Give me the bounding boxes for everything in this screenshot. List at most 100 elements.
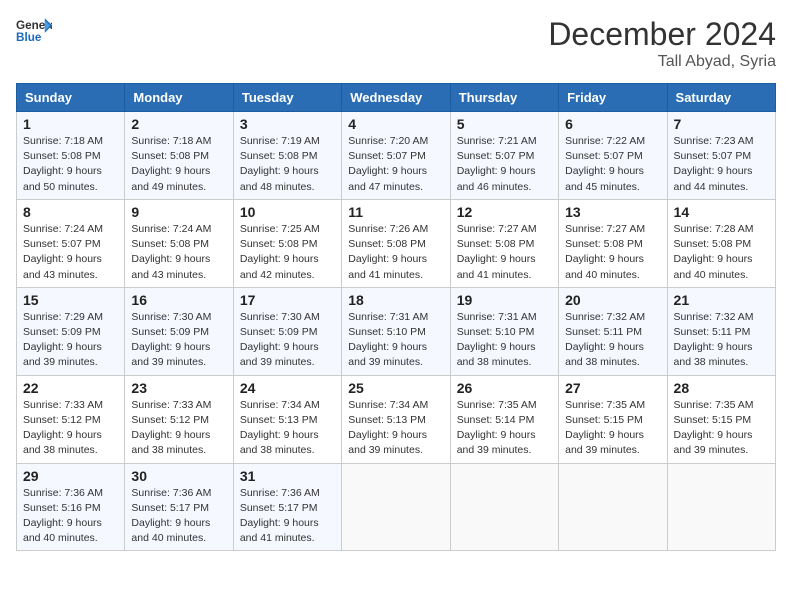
day-cell-21: 21Sunrise: 7:32 AMSunset: 5:11 PMDayligh… — [667, 287, 775, 375]
location: Tall Abyad, Syria — [548, 53, 776, 71]
day-cell-4: 4Sunrise: 7:20 AMSunset: 5:07 PMDaylight… — [342, 112, 450, 200]
day-number: 1 — [23, 116, 118, 132]
day-cell-18: 18Sunrise: 7:31 AMSunset: 5:10 PMDayligh… — [342, 287, 450, 375]
day-cell-24: 24Sunrise: 7:34 AMSunset: 5:13 PMDayligh… — [233, 375, 341, 463]
day-info: Sunrise: 7:31 AMSunset: 5:10 PMDaylight:… — [348, 310, 443, 371]
day-number: 21 — [674, 292, 769, 308]
day-number: 16 — [131, 292, 226, 308]
col-header-monday: Monday — [125, 84, 233, 112]
day-number: 25 — [348, 380, 443, 396]
day-number: 19 — [457, 292, 552, 308]
day-number: 3 — [240, 116, 335, 132]
day-cell-27: 27Sunrise: 7:35 AMSunset: 5:15 PMDayligh… — [559, 375, 667, 463]
day-cell-6: 6 Sunrise: 7:22 AMSunset: 5:07 PMDaylight… — [559, 112, 667, 200]
day-number: 5 — [457, 116, 552, 132]
day-number: 6 — [565, 116, 660, 132]
day-number: 13 — [565, 204, 660, 220]
day-cell-7: 7 Sunrise: 7:23 AMSunset: 5:07 PMDaylight… — [667, 112, 775, 200]
day-cell-20: 20 Sunrise: 7:32 AMSunset: 5:11 PMDayligh… — [559, 287, 667, 375]
day-cell-17: 17 Sunrise: 7:30 AMSunset: 5:09 PMDayligh… — [233, 287, 341, 375]
day-info: Sunrise: 7:29 AMSunset: 5:09 PMDaylight:… — [23, 310, 118, 371]
col-header-sunday: Sunday — [17, 84, 125, 112]
day-info: Sunrise: 7:36 AMSunset: 5:17 PMDaylight:… — [131, 486, 226, 547]
day-cell-9: 9 Sunrise: 7:24 AMSunset: 5:08 PMDaylight… — [125, 199, 233, 287]
day-info: Sunrise: 7:19 AMSunset: 5:08 PMDaylight:… — [240, 134, 335, 195]
empty-cell — [667, 463, 775, 551]
day-info: Sunrise: 7:26 AMSunset: 5:08 PMDaylight:… — [348, 222, 443, 283]
day-number: 7 — [674, 116, 769, 132]
day-cell-29: 29Sunrise: 7:36 AMSunset: 5:16 PMDayligh… — [17, 463, 125, 551]
day-info: Sunrise: 7:25 AMSunset: 5:08 PMDaylight:… — [240, 222, 335, 283]
day-info: Sunrise: 7:21 AMSunset: 5:07 PMDaylight:… — [457, 134, 552, 195]
title-block: December 2024 Tall Abyad, Syria — [548, 16, 776, 71]
day-cell-12: 12Sunrise: 7:27 AMSunset: 5:08 PMDayligh… — [450, 199, 558, 287]
day-cell-31: 31Sunrise: 7:36 AMSunset: 5:17 PMDayligh… — [233, 463, 341, 551]
day-info: Sunrise: 7:35 AMSunset: 5:15 PMDaylight:… — [565, 398, 660, 459]
day-cell-26: 26Sunrise: 7:35 AMSunset: 5:14 PMDayligh… — [450, 375, 558, 463]
month-title: December 2024 — [548, 16, 776, 53]
day-number: 10 — [240, 204, 335, 220]
day-number: 17 — [240, 292, 335, 308]
day-number: 11 — [348, 204, 443, 220]
day-info: Sunrise: 7:35 AMSunset: 5:15 PMDaylight:… — [674, 398, 769, 459]
day-number: 28 — [674, 380, 769, 396]
day-cell-22: 22 Sunrise: 7:33 AMSunset: 5:12 PMDayligh… — [17, 375, 125, 463]
day-info: Sunrise: 7:23 AMSunset: 5:07 PMDaylight:… — [674, 134, 769, 195]
day-info: Sunrise: 7:30 AMSunset: 5:09 PMDaylight:… — [240, 310, 335, 371]
col-header-saturday: Saturday — [667, 84, 775, 112]
day-info: Sunrise: 7:18 AMSunset: 5:08 PMDaylight:… — [131, 134, 226, 195]
day-number: 26 — [457, 380, 552, 396]
day-number: 23 — [131, 380, 226, 396]
day-info: Sunrise: 7:32 AMSunset: 5:11 PMDaylight:… — [565, 310, 660, 371]
calendar-week-4: 22 Sunrise: 7:33 AMSunset: 5:12 PMDayligh… — [17, 375, 776, 463]
day-cell-19: 19 Sunrise: 7:31 AMSunset: 5:10 PMDayligh… — [450, 287, 558, 375]
day-number: 14 — [674, 204, 769, 220]
day-cell-15: 15 Sunrise: 7:29 AMSunset: 5:09 PMDayligh… — [17, 287, 125, 375]
calendar-week-2: 8Sunrise: 7:24 AMSunset: 5:07 PMDaylight… — [17, 199, 776, 287]
col-header-tuesday: Tuesday — [233, 84, 341, 112]
day-number: 24 — [240, 380, 335, 396]
day-number: 20 — [565, 292, 660, 308]
day-cell-5: 5 Sunrise: 7:21 AMSunset: 5:07 PMDaylight… — [450, 112, 558, 200]
page-header: General Blue December 2024 Tall Abyad, S… — [16, 16, 776, 71]
logo: General Blue — [16, 16, 52, 44]
day-number: 2 — [131, 116, 226, 132]
day-cell-1: 1 Sunrise: 7:18 AMSunset: 5:08 PMDaylight… — [17, 112, 125, 200]
day-info: Sunrise: 7:36 AMSunset: 5:16 PMDaylight:… — [23, 486, 118, 547]
day-cell-8: 8Sunrise: 7:24 AMSunset: 5:07 PMDaylight… — [17, 199, 125, 287]
day-cell-16: 16Sunrise: 7:30 AMSunset: 5:09 PMDayligh… — [125, 287, 233, 375]
day-info: Sunrise: 7:33 AMSunset: 5:12 PMDaylight:… — [23, 398, 118, 459]
col-header-friday: Friday — [559, 84, 667, 112]
calendar-week-1: 1 Sunrise: 7:18 AMSunset: 5:08 PMDaylight… — [17, 112, 776, 200]
day-info: Sunrise: 7:28 AMSunset: 5:08 PMDaylight:… — [674, 222, 769, 283]
day-cell-3: 3 Sunrise: 7:19 AMSunset: 5:08 PMDaylight… — [233, 112, 341, 200]
logo-icon: General Blue — [16, 16, 52, 44]
col-header-wednesday: Wednesday — [342, 84, 450, 112]
day-info: Sunrise: 7:27 AMSunset: 5:08 PMDaylight:… — [565, 222, 660, 283]
day-number: 8 — [23, 204, 118, 220]
day-info: Sunrise: 7:18 AMSunset: 5:08 PMDaylight:… — [23, 134, 118, 195]
day-cell-28: 28 Sunrise: 7:35 AMSunset: 5:15 PMDayligh… — [667, 375, 775, 463]
day-info: Sunrise: 7:31 AMSunset: 5:10 PMDaylight:… — [457, 310, 552, 371]
day-number: 30 — [131, 468, 226, 484]
day-cell-23: 23 Sunrise: 7:33 AMSunset: 5:12 PMDayligh… — [125, 375, 233, 463]
day-info: Sunrise: 7:27 AMSunset: 5:08 PMDaylight:… — [457, 222, 552, 283]
calendar-table: SundayMondayTuesdayWednesdayThursdayFrid… — [16, 83, 776, 551]
day-number: 9 — [131, 204, 226, 220]
day-cell-2: 2 Sunrise: 7:18 AMSunset: 5:08 PMDaylight… — [125, 112, 233, 200]
calendar-week-3: 15 Sunrise: 7:29 AMSunset: 5:09 PMDayligh… — [17, 287, 776, 375]
empty-cell — [342, 463, 450, 551]
day-info: Sunrise: 7:22 AMSunset: 5:07 PMDaylight:… — [565, 134, 660, 195]
day-number: 22 — [23, 380, 118, 396]
calendar-week-5: 29Sunrise: 7:36 AMSunset: 5:16 PMDayligh… — [17, 463, 776, 551]
day-cell-30: 30 Sunrise: 7:36 AMSunset: 5:17 PMDayligh… — [125, 463, 233, 551]
col-header-thursday: Thursday — [450, 84, 558, 112]
day-cell-13: 13 Sunrise: 7:27 AMSunset: 5:08 PMDayligh… — [559, 199, 667, 287]
day-number: 4 — [348, 116, 443, 132]
day-cell-14: 14 Sunrise: 7:28 AMSunset: 5:08 PMDayligh… — [667, 199, 775, 287]
day-number: 15 — [23, 292, 118, 308]
day-info: Sunrise: 7:24 AMSunset: 5:08 PMDaylight:… — [131, 222, 226, 283]
svg-text:Blue: Blue — [16, 31, 42, 44]
day-info: Sunrise: 7:33 AMSunset: 5:12 PMDaylight:… — [131, 398, 226, 459]
empty-cell — [559, 463, 667, 551]
